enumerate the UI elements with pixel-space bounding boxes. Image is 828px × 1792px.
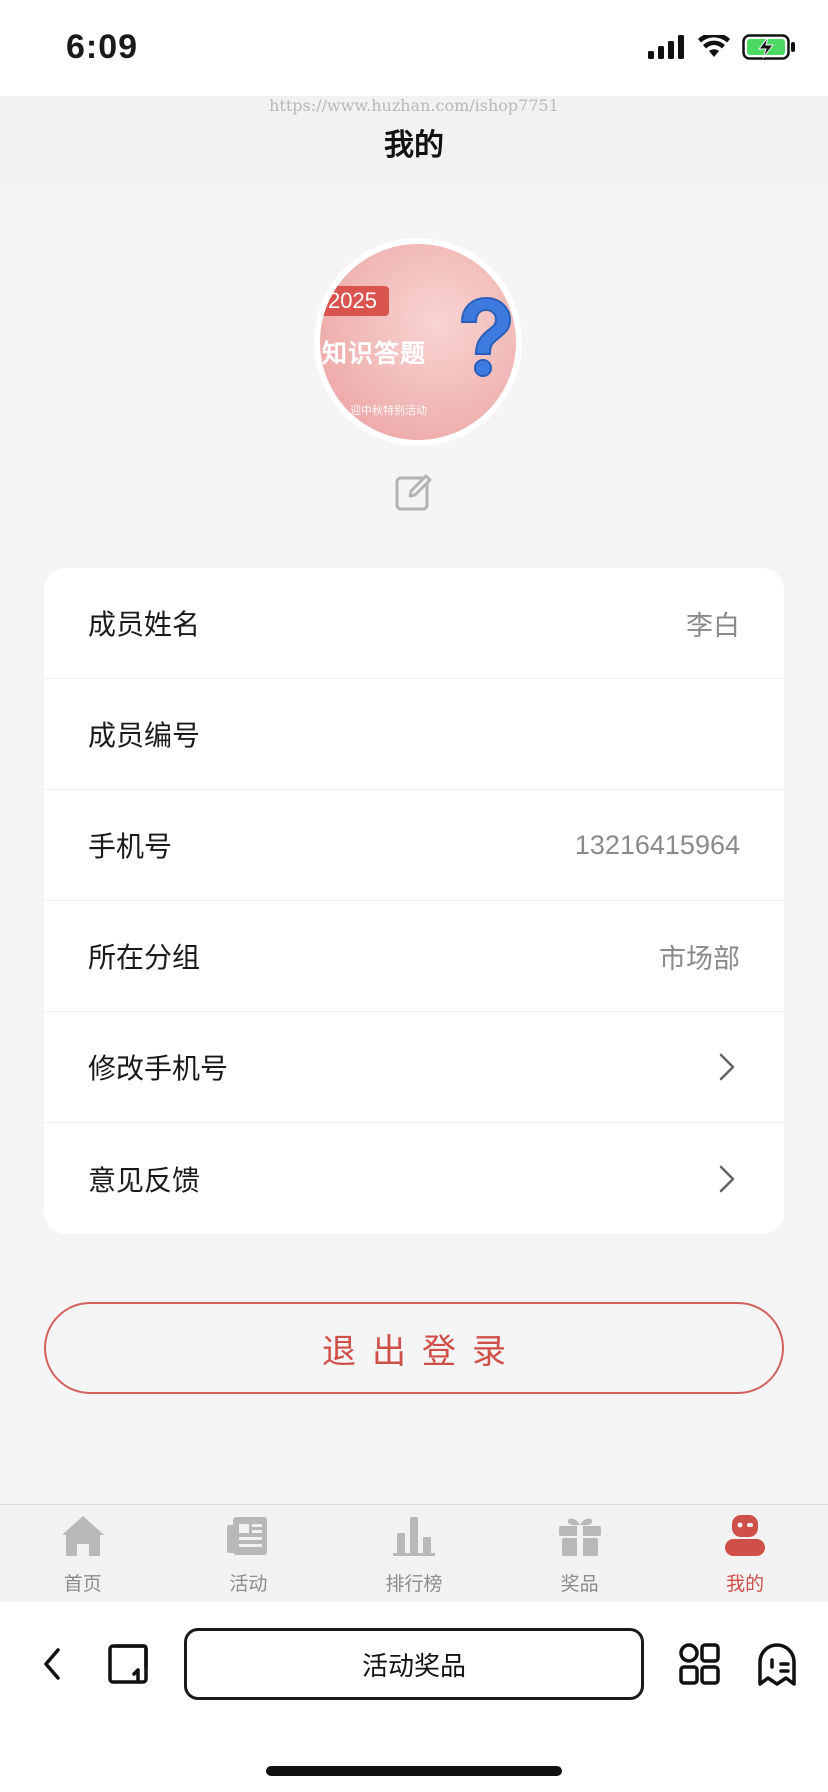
- status-icons: [648, 34, 796, 60]
- avatar[interactable]: 2025 知识答题 迎中秋特别活动: [314, 238, 522, 446]
- apps-grid-icon[interactable]: [678, 1642, 722, 1686]
- tab-activity[interactable]: 活动: [166, 1505, 332, 1602]
- tab-ranking[interactable]: 排行榜: [331, 1505, 497, 1602]
- tab-prizes[interactable]: 奖品: [497, 1505, 663, 1602]
- ranking-icon: [392, 1517, 435, 1556]
- tab-label: 首页: [63, 1573, 102, 1595]
- row-label: 成员姓名: [88, 608, 201, 641]
- question-mark-icon: [460, 296, 512, 377]
- tab-label: 我的: [726, 1573, 765, 1595]
- edit-icon[interactable]: [394, 472, 434, 512]
- row-label: 成员编号: [88, 719, 201, 752]
- avatar-title: 知识答题: [322, 339, 427, 368]
- tab-label: 排行榜: [385, 1573, 443, 1595]
- avatar-year-badge: 2025: [320, 286, 389, 316]
- page-header: https://www.huzhan.com/ishop7751 我的: [0, 96, 828, 184]
- bottom-tab-bar: 首页 活动 排行榜 奖品 我的: [0, 1504, 828, 1602]
- assistant-icon[interactable]: [754, 1640, 800, 1688]
- page-title: 我的: [384, 128, 444, 163]
- row-label: 修改手机号: [88, 1052, 229, 1085]
- gift-icon: [558, 1518, 601, 1556]
- row-label: 手机号: [88, 830, 173, 863]
- status-time: 6:09: [66, 28, 139, 66]
- row-phone: 手机号 13216415964: [44, 790, 784, 901]
- group-value: 市场部: [659, 943, 740, 975]
- news-icon: [227, 1517, 268, 1555]
- browser-toolbar: 活动奖品: [0, 1602, 828, 1792]
- chevron-right-icon: [719, 1165, 735, 1192]
- home-icon: [61, 1516, 104, 1556]
- logout-button[interactable]: 退出登录: [44, 1302, 784, 1394]
- member-name-value: 李白: [686, 610, 740, 642]
- avatar-subtitle: 迎中秋特别活动: [350, 404, 427, 417]
- tab-label: 活动: [229, 1573, 268, 1595]
- address-bar[interactable]: 活动奖品: [184, 1628, 644, 1700]
- status-bar: 6:09: [0, 0, 828, 96]
- battery-charging-icon: [742, 34, 795, 60]
- row-member-name: 成员姓名 李白: [44, 568, 784, 679]
- row-group: 所在分组 市场部: [44, 901, 784, 1012]
- phone-value: 13216415964: [574, 829, 740, 860]
- avatar-image: 2025 知识答题 迎中秋特别活动: [320, 244, 516, 440]
- home-indicator: [266, 1766, 562, 1776]
- cellular-signal-icon: [648, 35, 684, 59]
- chevron-right-icon: [719, 1053, 735, 1081]
- feedback-button[interactable]: 意见反馈: [44, 1123, 784, 1234]
- tab-mine[interactable]: 我的: [662, 1505, 828, 1602]
- user-icon: [725, 1515, 766, 1556]
- tabs-icon[interactable]: [106, 1642, 150, 1686]
- row-label: 所在分组: [88, 941, 201, 974]
- row-member-id: 成员编号: [44, 679, 784, 790]
- tab-home[interactable]: 首页: [0, 1505, 166, 1602]
- wifi-icon: [698, 35, 730, 57]
- tab-label: 奖品: [560, 1573, 599, 1595]
- row-label: 意见反馈: [88, 1163, 201, 1197]
- watermark-url: https://www.huzhan.com/ishop7751: [269, 96, 559, 115]
- back-arrow-icon[interactable]: [38, 1642, 66, 1686]
- profile-info-card: 成员姓名 李白 成员编号 手机号 13216415964 所在分组 市场部 修改…: [44, 568, 784, 1234]
- change-phone-button[interactable]: 修改手机号: [44, 1012, 784, 1123]
